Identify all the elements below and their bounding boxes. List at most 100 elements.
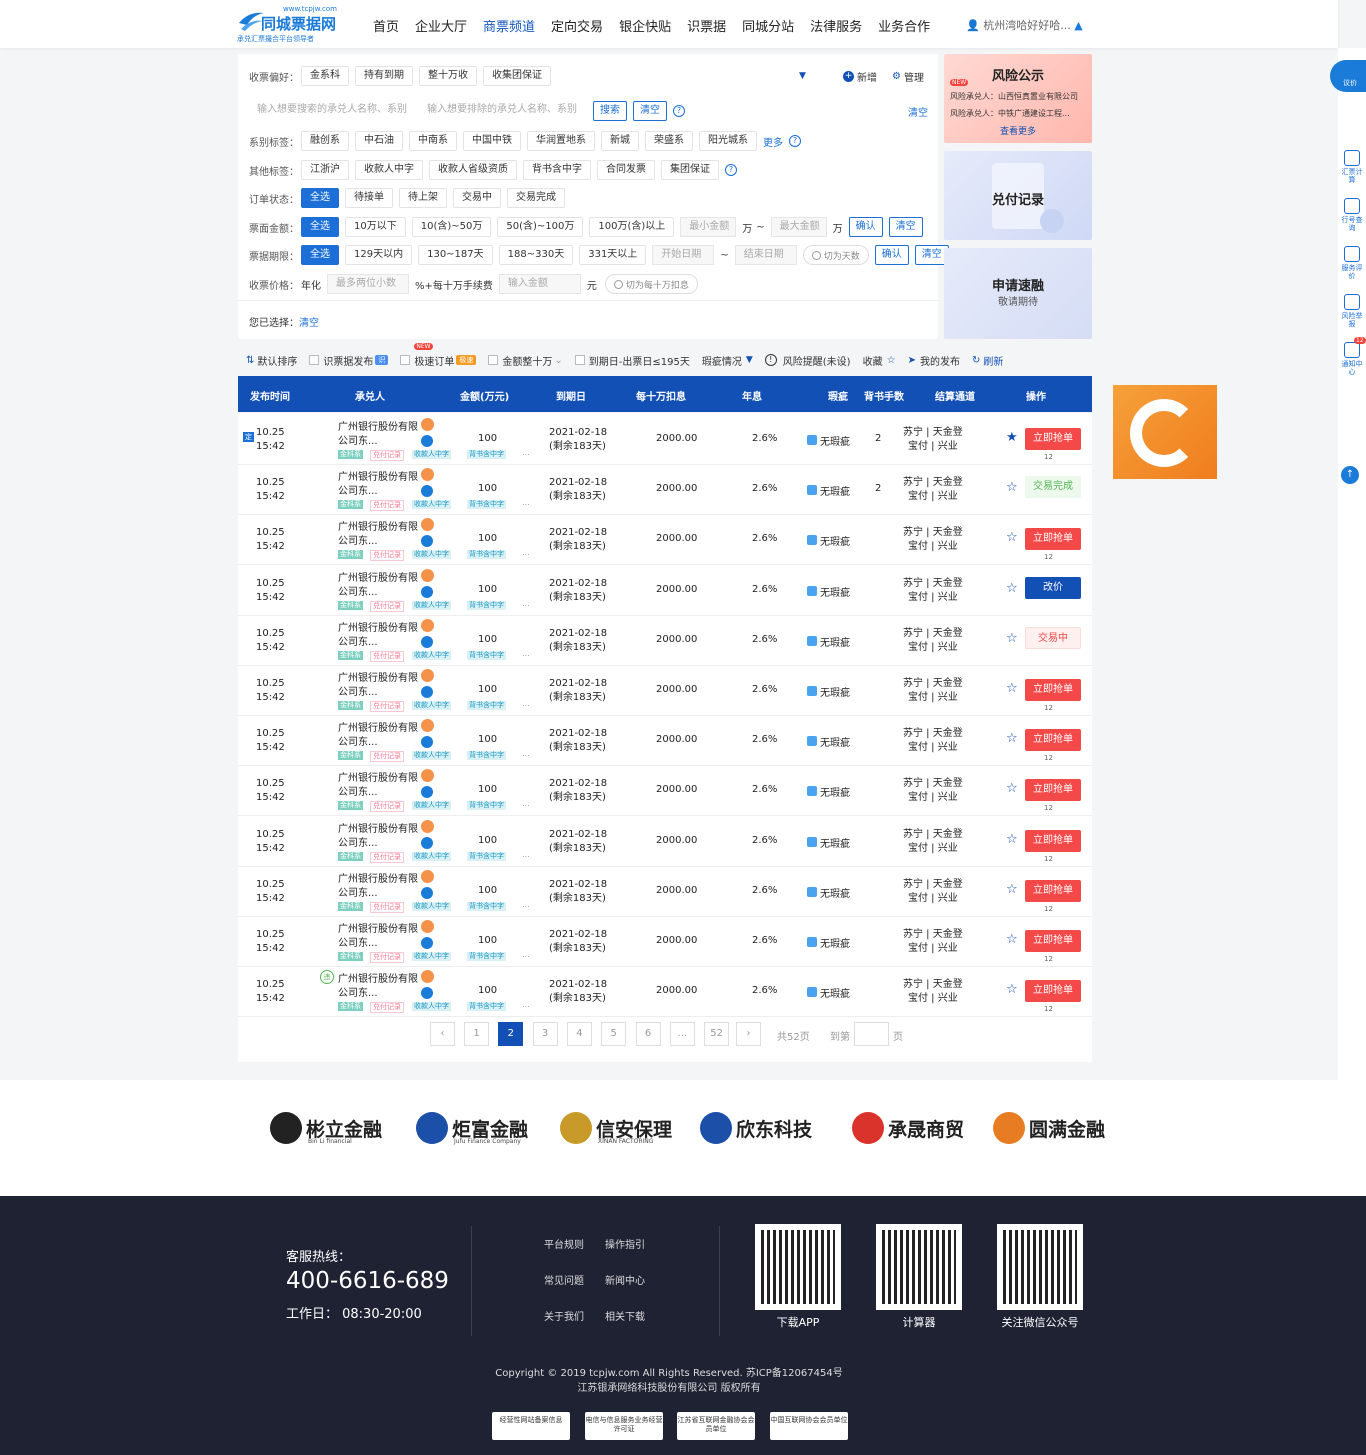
partner-logo[interactable]: 彬立金融 Bin Li financial — [270, 1112, 382, 1145]
page-0[interactable]: 1 — [464, 1022, 489, 1046]
favorite-star-icon[interactable]: ☆ — [1006, 681, 1018, 696]
fast-financing-card[interactable]: 申请速融 敬请期待 — [944, 248, 1092, 339]
pref-chip[interactable]: 金系科 — [301, 66, 349, 86]
cert-badge[interactable]: 经营性网站备案信息 — [492, 1412, 570, 1440]
refresh-button[interactable]: ↻ 刷新 — [972, 353, 1003, 368]
column-header[interactable]: 到期日 — [556, 388, 586, 403]
nav-item-1[interactable]: 企业大厅 — [415, 16, 467, 35]
term-range-chip[interactable]: 129天以内 — [345, 245, 413, 265]
order-status-chip[interactable]: 待接单 — [345, 188, 393, 208]
row-action-button[interactable]: 立即抢单 — [1025, 729, 1081, 752]
search-input[interactable]: 输入想要搜索的承兑人名称、系别 — [249, 101, 413, 121]
end-date-input[interactable]: 结束日期 — [734, 245, 797, 265]
nav-item-2[interactable]: 商票频道 — [483, 16, 535, 35]
favorite-star-icon[interactable]: ☆ — [1006, 731, 1018, 746]
nav-item-6[interactable]: 同城分站 — [742, 16, 794, 35]
my-release[interactable]: ➤ 我的发布 — [908, 353, 960, 368]
prev-page-button[interactable]: ‹ — [430, 1022, 455, 1046]
partner-logo[interactable]: 信安保理 XINAN FACTORING — [560, 1112, 672, 1145]
rate-input[interactable]: 最多两位小数 — [327, 274, 409, 294]
sidebar-tool-2[interactable]: 服务评价 — [1341, 246, 1363, 280]
series-chip[interactable]: 新城 — [601, 131, 639, 151]
acceptor-name[interactable]: 广州银行股份有限 — [338, 619, 418, 634]
favorite-star-icon[interactable]: ★ — [1006, 430, 1018, 445]
nav-item-4[interactable]: 银企快贴 — [619, 16, 671, 35]
row-action-button[interactable]: 立即抢单 — [1025, 879, 1081, 902]
pref-chip[interactable]: 持有到期 — [355, 66, 413, 86]
bargain-button[interactable]: 议价 — [1330, 60, 1366, 92]
page-3[interactable]: 4 — [566, 1022, 592, 1046]
fast-order-filter[interactable]: 极速订单 极速 NEW — [400, 342, 477, 368]
amount-clear-button[interactable]: 清空 — [888, 217, 923, 237]
nav-item-7[interactable]: 法律服务 — [810, 16, 862, 35]
series-help-icon[interactable]: ? — [789, 135, 801, 147]
order-status-chip[interactable]: 全选 — [301, 188, 339, 208]
footer-link[interactable]: 平台规则 — [544, 1236, 584, 1251]
term-range-chip[interactable]: 331天以上 — [579, 245, 647, 265]
favorites-filter[interactable]: 收藏 ☆ — [863, 353, 896, 368]
amount-range-chip[interactable]: 10万以下 — [345, 217, 406, 237]
amount-min-input[interactable]: 最小金额 — [680, 217, 737, 237]
term-range-chip[interactable]: 188~330天 — [498, 245, 574, 265]
nav-item-5[interactable]: 识票据 — [687, 16, 726, 35]
series-chip[interactable]: 融创系 — [301, 131, 349, 151]
amount-confirm-button[interactable]: 确认 — [848, 217, 883, 237]
chosen-clear-link[interactable]: 清空 — [299, 314, 319, 329]
order-status-chip[interactable]: 交易完成 — [507, 188, 565, 208]
partner-logo[interactable]: 炬富金融 Jufu Finance Company — [416, 1112, 528, 1145]
defect-filter[interactable]: 瑕疵情况 ▼ — [702, 353, 753, 368]
floating-promo[interactable] — [1113, 385, 1217, 479]
partner-logo[interactable]: 圆满金融 — [993, 1112, 1105, 1144]
risk-notice-card[interactable]: 风险公示 NEW 风险承兑人：山西恒真置业有限公司 风险承兑人：中铁广通建设工程… — [944, 54, 1092, 143]
round-amount-filter[interactable]: 金额整十万 ⌄ — [488, 353, 563, 368]
page-2[interactable]: 3 — [532, 1022, 558, 1046]
more-series-link[interactable]: 更多 — [763, 134, 783, 149]
column-header[interactable]: 结算通道 — [935, 388, 975, 403]
order-status-chip[interactable]: 交易中 — [453, 188, 501, 208]
acceptor-name[interactable]: 广州银行股份有限 — [338, 719, 418, 734]
sidebar-tool-0[interactable]: 汇票计算 — [1341, 150, 1363, 184]
acceptor-name[interactable]: 广州银行股份有限 — [338, 870, 418, 885]
acceptor-name[interactable]: 广州银行股份有限 — [338, 820, 418, 835]
row-action-button[interactable]: 立即抢单 — [1025, 779, 1081, 802]
page-6[interactable]: ... — [669, 1022, 695, 1046]
favorite-star-icon[interactable]: ☆ — [1006, 631, 1018, 646]
row-action-button[interactable]: 立即抢单 — [1025, 528, 1081, 551]
footer-link[interactable]: 新闻中心 — [605, 1272, 645, 1287]
row-action-button[interactable]: 交易中 — [1025, 626, 1081, 649]
page-1[interactable]: 2 — [498, 1022, 524, 1046]
clear-search-button[interactable]: 清空 — [633, 101, 667, 121]
column-header[interactable]: 年息 — [742, 388, 762, 403]
fee-amount-input[interactable]: 输入金额 — [498, 274, 581, 294]
partner-logo[interactable]: 承晟商贸 — [852, 1112, 964, 1144]
series-chip[interactable]: 中石油 — [355, 131, 403, 151]
help-icon[interactable]: ? — [673, 105, 685, 117]
row-action-button[interactable]: 立即抢单 — [1025, 930, 1081, 952]
cert-badge[interactable]: 江苏省互联网金融协会会员单位 — [677, 1412, 755, 1440]
column-header[interactable]: 背书手数 — [864, 388, 904, 403]
favorite-star-icon[interactable]: ☆ — [1006, 932, 1018, 947]
favorite-star-icon[interactable]: ☆ — [1006, 530, 1018, 545]
column-header[interactable]: 瑕疵 — [828, 388, 848, 403]
sidebar-tool-3[interactable]: 风险举报 — [1341, 294, 1363, 328]
footer-link[interactable]: 常见问题 — [544, 1272, 584, 1287]
manage-pref-button[interactable]: ⚙ 管理 — [892, 69, 924, 84]
series-chip[interactable]: 阳光城系 — [699, 131, 757, 151]
acceptor-name[interactable]: 广州银行股份有限 — [338, 468, 418, 483]
pref-chip[interactable]: 整十万收 — [419, 66, 477, 86]
row-action-button[interactable]: 改价 — [1025, 576, 1081, 599]
acceptor-name[interactable]: 广州银行股份有限 — [338, 569, 418, 584]
page-4[interactable]: 5 — [601, 1022, 627, 1046]
next-page-button[interactable]: › — [736, 1022, 761, 1046]
sidebar-tool-4[interactable]: 通知中心 — [1341, 342, 1363, 376]
order-status-chip[interactable]: 待上架 — [399, 188, 447, 208]
other-tag-chip[interactable]: 集团保证 — [661, 160, 719, 180]
back-to-top-icon[interactable]: ↑ — [1341, 466, 1359, 484]
amount-range-chip[interactable]: 100万(含)以上 — [589, 217, 675, 237]
row-action-button[interactable]: 立即抢单 — [1025, 829, 1081, 852]
favorite-star-icon[interactable]: ☆ — [1006, 882, 1018, 897]
add-pref-button[interactable]: + 新增 — [843, 69, 877, 84]
footer-link[interactable]: 操作指引 — [605, 1236, 645, 1251]
logo[interactable]: www.tcpjw.com 同城票据网 承兑汇票撮合平台领导者 — [237, 5, 339, 43]
column-header[interactable]: 金额(万元) — [460, 388, 509, 403]
